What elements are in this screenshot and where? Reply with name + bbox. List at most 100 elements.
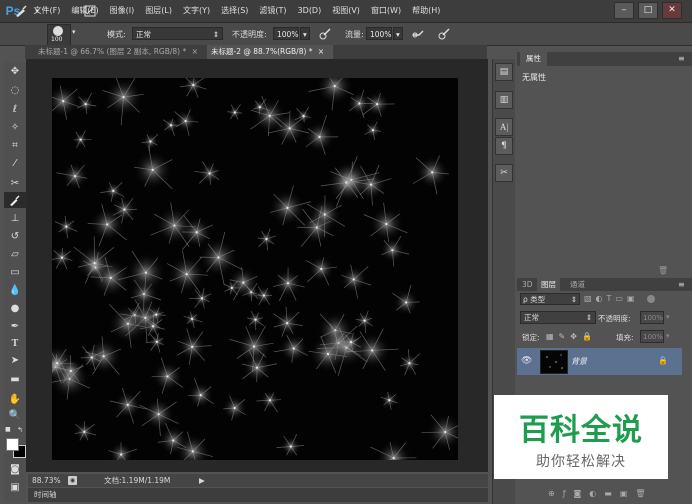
menu-select[interactable]: 选择(S) <box>216 0 254 22</box>
pressure-opacity-icon[interactable] <box>318 27 332 41</box>
status-info-icon[interactable]: ◉ <box>68 476 77 485</box>
magic-wand-tool-icon[interactable]: ✧ <box>4 120 26 136</box>
layer-opacity-input[interactable]: 100% <box>640 311 664 324</box>
layers-panel-menu-icon[interactable]: ≡ <box>678 280 685 289</box>
mode-select[interactable]: 正常 ⇕ <box>132 27 223 40</box>
sparkle <box>256 390 281 413</box>
adjustments-panel-icon[interactable]: ▥ <box>495 91 513 109</box>
type-tool-icon[interactable]: T <box>4 336 26 352</box>
status-menu-arrow[interactable]: ▶ <box>199 474 205 487</box>
no-properties-text: 无属性 <box>522 73 546 82</box>
sparkle <box>304 115 339 155</box>
lasso-tool-icon[interactable]: ℓ <box>4 102 26 118</box>
menu-help[interactable]: 帮助(H) <box>407 0 446 22</box>
character-panel-icon[interactable]: A| <box>495 118 513 136</box>
menu-image[interactable]: 图像(I) <box>104 0 140 22</box>
flow-dropdown[interactable]: ▾ <box>393 27 403 40</box>
gradient-tool-icon[interactable]: ▭ <box>4 265 26 281</box>
paragraph-panel-icon[interactable]: ¶ <box>495 137 513 155</box>
layer-name[interactable]: 背景 <box>571 356 587 367</box>
brush-preset-chevron-icon[interactable]: ▾ <box>72 28 76 36</box>
tool-presets-icon[interactable]: ✂ <box>495 164 513 182</box>
brush-preset-picker[interactable]: 100 <box>47 24 71 46</box>
zoom-tool-icon[interactable]: 🔍 <box>4 408 26 424</box>
history-panel-icon[interactable]: ▤ <box>495 63 513 81</box>
clone-stamp-tool-icon[interactable]: ⊥ <box>4 211 26 227</box>
timeline-label[interactable]: 时间轴 <box>34 488 57 502</box>
fill-input[interactable]: 100% <box>640 330 664 343</box>
marquee-tool-icon[interactable]: ◌ <box>4 83 26 99</box>
menu-view[interactable]: 视图(V) <box>327 0 366 22</box>
pressure-size-icon[interactable] <box>437 27 451 41</box>
fill-dropdown[interactable]: ▾ <box>666 332 670 340</box>
menu-filter[interactable]: 滤镜(T) <box>254 0 292 22</box>
tab-document-1[interactable]: 未标题-1 @ 66.7% (图层 2 副本, RGB/8) * × <box>34 45 206 59</box>
tab-layers[interactable]: 图层 <box>537 278 560 291</box>
sparkle <box>308 65 354 111</box>
mode-chevron-icon: ⇕ <box>212 30 219 39</box>
path-selection-tool-icon[interactable]: ➤ <box>4 353 26 369</box>
eyedropper-tool-icon[interactable]: ⁄ <box>4 156 26 172</box>
sparkle <box>364 121 382 140</box>
eraser-tool-icon[interactable]: ▱ <box>4 247 26 263</box>
hand-tool-icon[interactable]: ✋ <box>4 392 26 408</box>
brush-tool-icon[interactable] <box>4 192 26 208</box>
sparkle <box>151 357 183 394</box>
brush-tool-icon[interactable] <box>14 4 28 18</box>
opacity-input[interactable]: 100% <box>273 27 299 40</box>
quick-mask-icon[interactable]: ◙ <box>4 462 26 478</box>
brush-panel-toggle-icon[interactable] <box>83 4 97 18</box>
tab-3d[interactable]: 3D <box>518 278 537 291</box>
layer-filter-select[interactable]: ρ 类型 ⇕ <box>520 293 580 305</box>
tab-channels[interactable]: 通道 <box>566 278 589 291</box>
watermark-badge: 百科全说 助你轻松解决 <box>494 395 668 479</box>
tab-properties[interactable]: 属性 <box>520 52 547 66</box>
lock-icons[interactable]: ▦✎✥🔒 <box>546 332 597 341</box>
tab-close-icon[interactable]: × <box>318 47 324 56</box>
zoom-level[interactable]: 88.73% <box>32 474 61 487</box>
move-tool-icon[interactable]: ✥ <box>4 64 26 80</box>
dodge-tool-icon[interactable]: ● <box>4 301 26 317</box>
rectangle-tool-icon[interactable]: ▬ <box>4 372 26 388</box>
default-colors-icon[interactable]: ■ <box>5 426 13 434</box>
layer-filter-icons[interactable]: ▧◐T▭▣ <box>584 294 639 303</box>
props-delete-icon[interactable]: 🗑 <box>658 266 668 275</box>
sparkle <box>76 93 97 115</box>
healing-brush-tool-icon[interactable]: ✂ <box>4 176 26 192</box>
sparkle <box>227 104 243 120</box>
layers-footer-icons[interactable]: ⊕ƒ◙◐▬▣🗑 <box>548 489 654 498</box>
crop-tool-icon[interactable]: ⌗ <box>4 138 26 154</box>
screen-mode-icon[interactable]: ▣ <box>4 480 26 496</box>
sparkle <box>194 161 220 185</box>
tab-document-2[interactable]: 未标题-2 @ 88.7%(RGB/8) * × <box>207 45 333 59</box>
opacity-dropdown[interactable]: ▾ <box>300 27 310 40</box>
sparkle <box>180 70 207 98</box>
blur-tool-icon[interactable]: 💧 <box>4 283 26 299</box>
swap-colors-icon[interactable]: ↰ <box>17 426 25 434</box>
document-canvas[interactable] <box>29 65 464 481</box>
tool-preset-chevron-icon[interactable]: ▾ <box>30 4 44 18</box>
foreground-color-swatch[interactable] <box>6 438 19 451</box>
menu-3d[interactable]: 3D(D) <box>292 0 327 22</box>
minimize-button[interactable]: – <box>614 2 634 19</box>
close-button[interactable]: ✕ <box>662 2 682 19</box>
history-brush-tool-icon[interactable]: ↺ <box>4 229 26 245</box>
menu-window[interactable]: 窗口(W) <box>365 0 406 22</box>
menu-layer[interactable]: 图层(L) <box>140 0 178 22</box>
layer-visibility-eye-icon[interactable]: 👁 <box>521 356 532 366</box>
blend-mode-select[interactable]: 正常 ⇕ <box>520 311 596 324</box>
layer-opacity-dropdown[interactable]: ▾ <box>666 313 670 321</box>
restore-button[interactable]: □ <box>638 2 658 19</box>
tab-close-icon[interactable]: × <box>192 47 198 56</box>
panel-menu-icon[interactable]: ≡ <box>678 54 685 63</box>
sparkle <box>247 310 264 331</box>
menu-type[interactable]: 文字(Y) <box>177 0 215 22</box>
layer-row-background[interactable]: 👁 背景 🔒 <box>517 348 682 375</box>
airbrush-icon[interactable] <box>411 27 425 41</box>
filter-type-label: 类型 <box>530 295 546 304</box>
pen-tool-icon[interactable]: ✒ <box>4 319 26 335</box>
status-bar: 88.73% ◉ 文档:1.19M/1.19M ▶ <box>28 474 488 487</box>
flow-input[interactable]: 100% <box>366 27 392 40</box>
tab-document-2-label: 未标题-2 @ 88.7%(RGB/8) * <box>211 47 313 56</box>
filter-toggle-icon[interactable] <box>647 295 655 303</box>
